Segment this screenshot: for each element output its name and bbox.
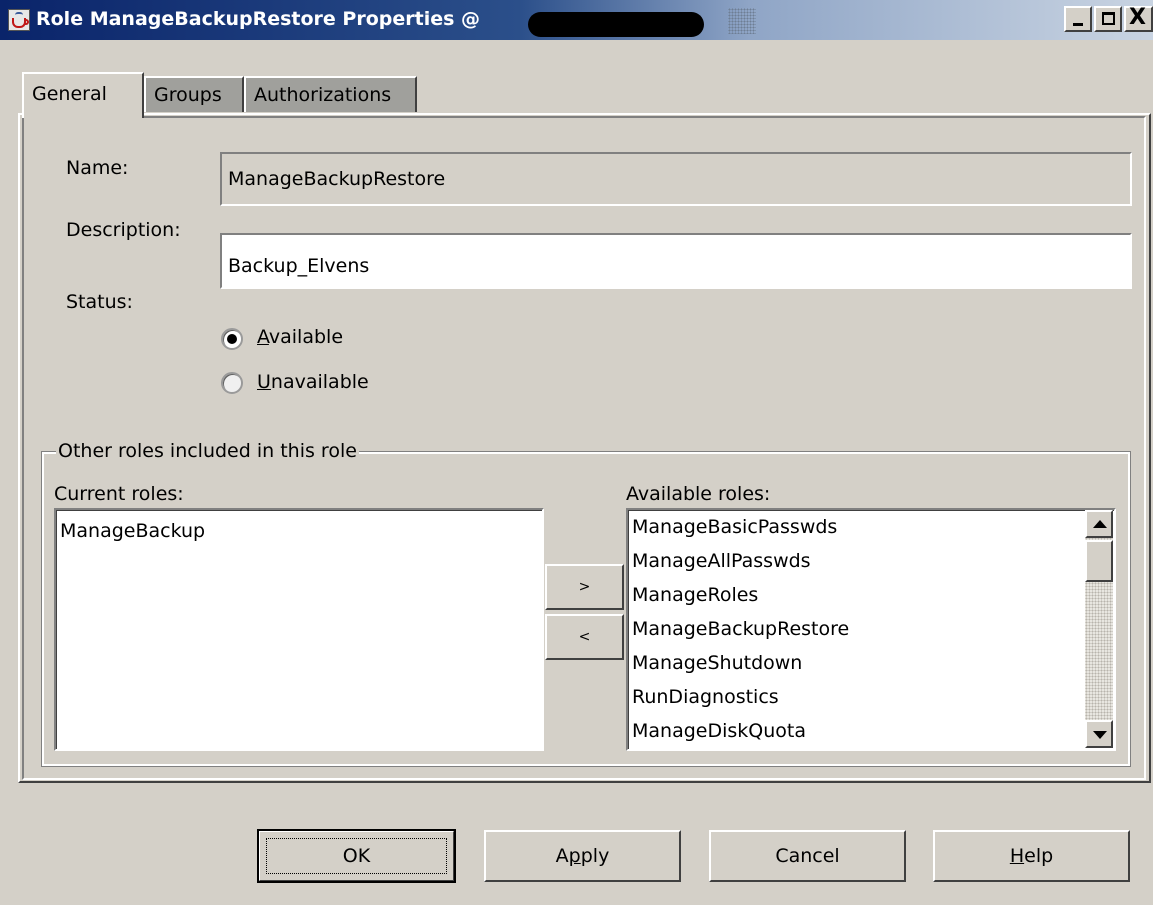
- arrow-up-icon: [1093, 520, 1107, 528]
- minimize-button[interactable]: [1064, 6, 1092, 32]
- arrow-down-icon: [1093, 731, 1107, 739]
- included-roles-group-title: Other roles included in this role: [56, 440, 359, 462]
- list-item[interactable]: ManageRoles: [632, 578, 758, 612]
- radio-selected-dot: [227, 334, 237, 344]
- tab-authorizations[interactable]: Authorizations: [244, 76, 417, 112]
- tab-general[interactable]: General: [22, 72, 144, 118]
- description-field[interactable]: Backup_Elvens: [220, 233, 1132, 289]
- available-roles-list[interactable]: ManageBasicPasswds ManageAllPasswds Mana…: [626, 508, 1116, 751]
- java-cup-icon: [8, 9, 30, 31]
- ok-button[interactable]: OK: [257, 829, 456, 883]
- available-roles-label: Available roles:: [626, 483, 771, 505]
- close-button[interactable]: X: [1124, 5, 1153, 32]
- title-pattern: [728, 8, 756, 34]
- list-item[interactable]: ManageBackupRestore: [632, 612, 849, 646]
- cancel-button[interactable]: Cancel: [709, 830, 906, 882]
- apply-button[interactable]: Apply: [484, 830, 681, 882]
- name-label: Name:: [66, 157, 129, 179]
- role-properties-dialog: Role ManageBackupRestore Properties @ X …: [0, 0, 1153, 905]
- scroll-up-button[interactable]: [1085, 510, 1113, 538]
- name-field: ManageBackupRestore: [220, 152, 1132, 206]
- tab-groups[interactable]: Groups: [144, 76, 244, 112]
- list-item[interactable]: ManageShutdown: [632, 646, 802, 680]
- list-item[interactable]: ManageBackup: [60, 514, 205, 548]
- status-label: Status:: [66, 291, 133, 313]
- redacted-hostname: [528, 12, 704, 37]
- list-item[interactable]: RunDiagnostics: [632, 680, 779, 714]
- scroll-down-button[interactable]: [1085, 720, 1113, 748]
- available-radio[interactable]: [221, 328, 243, 350]
- add-role-button[interactable]: >: [545, 564, 624, 610]
- minimize-icon: [1073, 23, 1083, 26]
- available-roles-scrollbar[interactable]: [1085, 510, 1113, 748]
- unavailable-radio[interactable]: [221, 372, 243, 394]
- focus-rect: [266, 838, 447, 874]
- available-radio-label[interactable]: Available: [257, 326, 343, 348]
- remove-role-button[interactable]: <: [545, 614, 624, 660]
- current-roles-list[interactable]: ManageBackup: [54, 508, 544, 751]
- title-bar[interactable]: Role ManageBackupRestore Properties @ X: [0, 0, 1153, 40]
- list-item[interactable]: ManageDiskQuota: [632, 714, 806, 748]
- current-roles-label: Current roles:: [54, 483, 184, 505]
- scroll-thumb[interactable]: [1085, 540, 1113, 582]
- list-item[interactable]: ManageBasicPasswds: [632, 510, 837, 544]
- unavailable-radio-label[interactable]: Unavailable: [257, 371, 369, 393]
- help-button[interactable]: Help: [933, 830, 1130, 882]
- close-icon: X: [1129, 5, 1146, 30]
- list-item[interactable]: ManageAllPasswds: [632, 544, 811, 578]
- description-label: Description:: [66, 219, 181, 241]
- window-title: Role ManageBackupRestore Properties @: [36, 8, 481, 30]
- maximize-button[interactable]: [1094, 6, 1122, 32]
- maximize-icon: [1102, 12, 1115, 25]
